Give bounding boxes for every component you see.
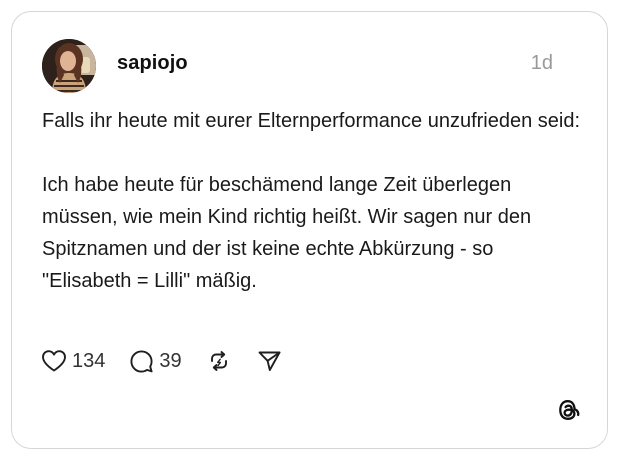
reply-button[interactable]: 39 xyxy=(129,349,182,374)
speech-bubble-icon xyxy=(130,349,153,373)
reply-count: 39 xyxy=(159,349,182,372)
post-paragraph: Falls ihr heute mit eurer Elternperforma… xyxy=(42,110,581,132)
repost-button[interactable] xyxy=(207,349,231,373)
avatar[interactable] xyxy=(42,39,96,93)
threads-logo-icon xyxy=(555,396,581,424)
heart-icon xyxy=(42,350,66,372)
post-paragraph: Ich habe heute für beschämend lange Zeit… xyxy=(42,174,532,292)
post-actions: 134 39 xyxy=(41,346,282,376)
avatar-photo xyxy=(42,39,96,93)
paper-plane-icon xyxy=(258,351,281,371)
post-card: sapiojo 1d Falls ihr heute mit eurer Elt… xyxy=(11,11,608,449)
post-body: Falls ihr heute mit eurer Elternperforma… xyxy=(42,105,582,297)
share-button[interactable] xyxy=(257,349,282,373)
like-button[interactable]: 134 xyxy=(41,349,105,373)
like-count: 134 xyxy=(72,349,106,372)
post-timestamp: 1d xyxy=(530,52,553,74)
username[interactable]: sapiojo xyxy=(117,52,188,75)
repost-arrows-icon xyxy=(210,351,227,371)
